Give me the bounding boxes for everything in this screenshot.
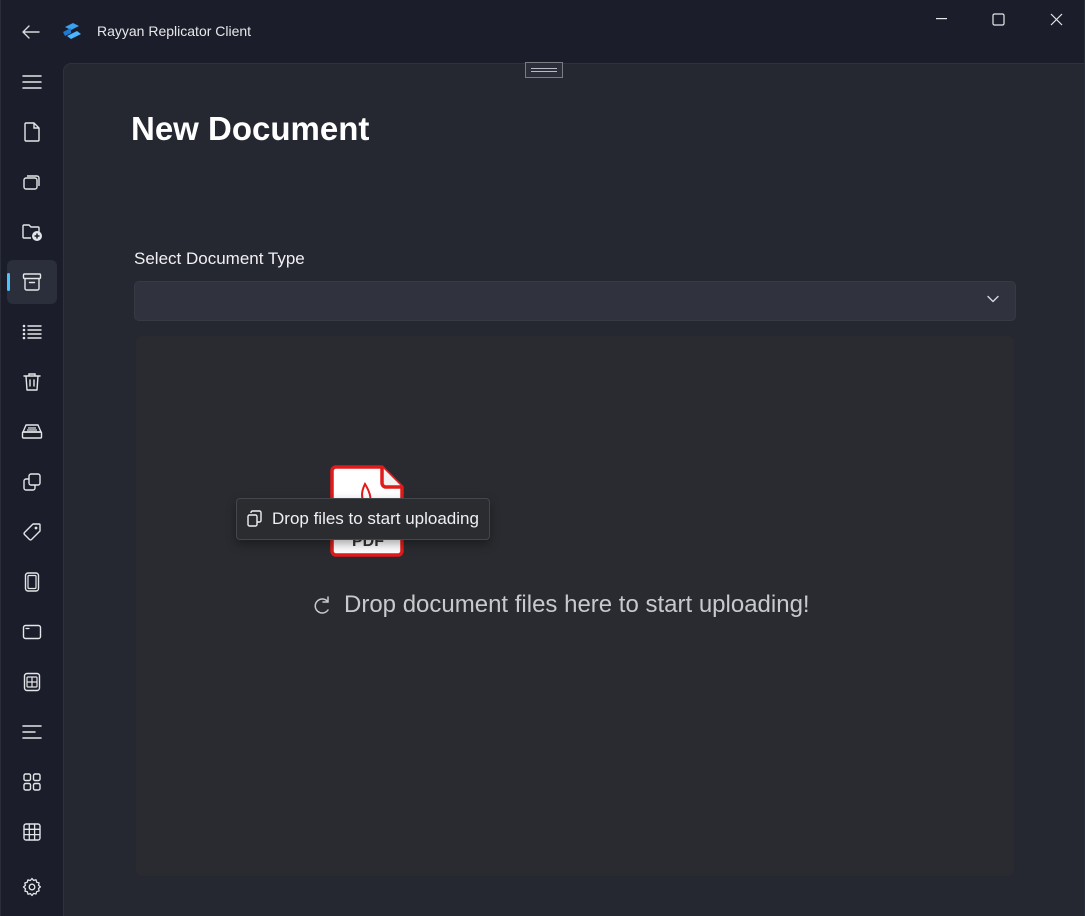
- maximize-icon: [991, 12, 1005, 26]
- nav-item-tablet[interactable]: [7, 610, 57, 654]
- nav-item-archive[interactable]: [7, 260, 57, 304]
- close-button[interactable]: [1027, 0, 1084, 38]
- tag-icon: [23, 523, 41, 541]
- table-layout-icon: [23, 672, 41, 692]
- nav-item-grid[interactable]: [7, 810, 57, 854]
- main-content: New Document Select Document Type PDF Dr…: [63, 62, 1084, 916]
- nav-item-phone[interactable]: [7, 560, 57, 604]
- chevron-down-icon: [987, 295, 999, 303]
- nav-item-trash[interactable]: [7, 360, 57, 404]
- hamburger-menu-icon: [22, 75, 42, 89]
- grid-table-icon: [23, 823, 41, 841]
- document-type-select[interactable]: [134, 281, 1016, 321]
- tooltip-text: Drop files to start uploading: [272, 509, 479, 528]
- drop-message-text: Drop document files here to start upload…: [344, 591, 810, 618]
- app-window: Rayyan Replicator Client New Document Se…: [0, 0, 1085, 916]
- back-button[interactable]: [15, 17, 47, 47]
- drag-handle[interactable]: [525, 62, 563, 78]
- file-drop-zone[interactable]: PDF Drop document files here to start up…: [136, 336, 1014, 876]
- maximize-button[interactable]: [969, 0, 1027, 38]
- nav-item-tray[interactable]: [7, 410, 57, 454]
- navigation-sidebar: [1, 62, 63, 916]
- nav-item-list[interactable]: [7, 310, 57, 354]
- minimize-button[interactable]: [913, 0, 971, 38]
- nav-item-settings[interactable]: [7, 865, 57, 909]
- nav-item-apps[interactable]: [7, 760, 57, 804]
- drop-message: Drop document files here to start upload…: [312, 591, 810, 619]
- bulleted-list-icon: [22, 324, 42, 340]
- archive-icon: [22, 273, 42, 291]
- title-bar: Rayyan Replicator Client: [1, 0, 1084, 62]
- copy-icon: [247, 510, 262, 527]
- nav-item-tags[interactable]: [7, 510, 57, 554]
- nav-item-text-align[interactable]: [7, 710, 57, 754]
- trash-icon: [23, 373, 41, 391]
- settings-gear-icon: [22, 877, 42, 897]
- apps-grid-icon: [23, 773, 41, 791]
- text-align-icon: [22, 725, 42, 739]
- drag-tooltip: Drop files to start uploading: [236, 498, 490, 540]
- folder-add-icon: [22, 224, 42, 241]
- back-arrow-icon: [22, 25, 40, 39]
- nav-item-table-layout[interactable]: [7, 660, 57, 704]
- window-title: Rayyan Replicator Client: [97, 23, 252, 39]
- documents-stack-icon: [23, 175, 40, 190]
- document-icon: [24, 122, 40, 142]
- nav-item-document[interactable]: [7, 110, 57, 154]
- tablet-device-icon: [22, 624, 42, 640]
- page-title: New Document: [131, 110, 370, 147]
- copy-windows-icon: [23, 473, 41, 491]
- minimize-icon: [936, 18, 947, 20]
- phone-device-icon: [24, 572, 40, 592]
- tray-icon: [21, 424, 43, 439]
- active-indicator: [7, 273, 10, 291]
- nav-item-documents[interactable]: [7, 160, 57, 204]
- nav-menu-toggle[interactable]: [7, 60, 57, 104]
- redo-arrow-icon: [314, 596, 329, 614]
- app-logo-icon: [62, 22, 82, 40]
- close-icon: [1050, 13, 1062, 25]
- nav-item-copy[interactable]: [7, 460, 57, 504]
- document-type-label: Select Document Type: [134, 249, 305, 268]
- nav-item-new-folder[interactable]: [7, 210, 57, 254]
